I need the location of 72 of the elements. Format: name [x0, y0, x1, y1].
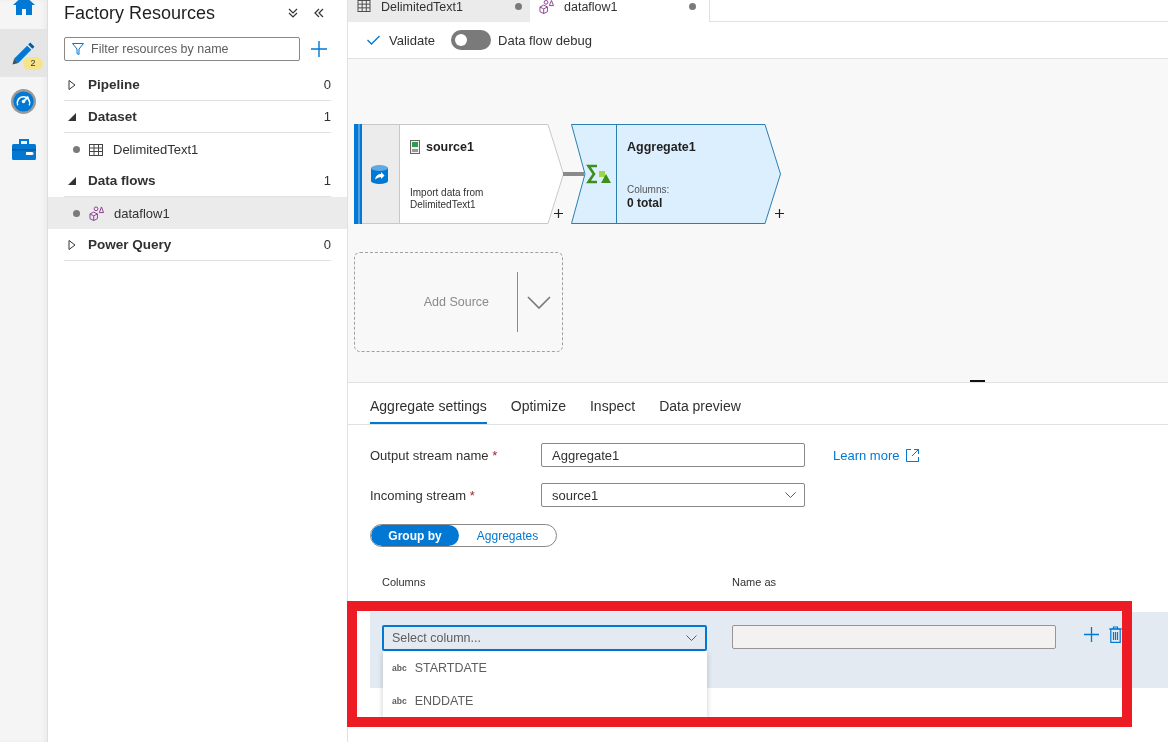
resize-handle[interactable]: [970, 380, 985, 382]
column-header: Name as: [732, 576, 778, 588]
chevron-down-icon: [527, 295, 551, 309]
toggle-switch[interactable]: [451, 30, 491, 50]
tree-item[interactable]: DelimitedText1: [48, 133, 347, 165]
field-label: Incoming stream *: [370, 487, 476, 503]
node-caption: Columns:: [627, 183, 671, 196]
node-summary: 0 total: [627, 196, 664, 211]
node-title: Aggregate1: [627, 139, 696, 155]
file-icon: [410, 140, 420, 154]
pencil-icon: [12, 41, 35, 65]
section-label[interactable]: Data flows: [88, 173, 156, 188]
text-field[interactable]: Aggregate1: [541, 443, 805, 467]
tree-item[interactable]: dataflow1: [48, 197, 347, 229]
count-label: 0: [323, 77, 331, 92]
count-label: 1: [323, 109, 331, 124]
node-title: source1: [426, 139, 474, 155]
dropdown-option[interactable]: abc STARTDATE: [383, 651, 707, 684]
panel-title: Factory Resources: [64, 2, 216, 24]
count-badge: 2: [23, 57, 43, 70]
plus-icon[interactable]: [554, 209, 563, 218]
section-label[interactable]: Dataset: [88, 109, 137, 124]
type-label: abc: [392, 662, 407, 673]
node-description: Import data from DelimitedText1: [410, 187, 485, 211]
toolbox-icon: [10, 137, 37, 161]
validate-button[interactable]: Validate: [367, 26, 435, 54]
aggregate-node[interactable]: Aggregate1 Columns: 0 total: [571, 124, 784, 224]
gauge-icon: [11, 88, 36, 114]
filter-icon: [72, 43, 84, 55]
segment-button[interactable]: Aggregates: [459, 525, 556, 546]
editor-tab[interactable]: DelimitedText1: [348, 0, 530, 22]
caret-down-icon: [785, 492, 796, 498]
trash-icon[interactable]: [1109, 626, 1122, 643]
field-label: Output stream name *: [370, 447, 499, 463]
panel-tab[interactable]: Data preview: [659, 394, 741, 424]
count-label: 1: [323, 173, 331, 188]
filter-field[interactable]: Filter resources by name: [64, 37, 300, 61]
section-label[interactable]: Pipeline: [88, 77, 140, 92]
dropdown-field[interactable]: Select column...: [382, 625, 707, 651]
segment-button[interactable]: Group by: [371, 525, 459, 546]
dropdown-option[interactable]: abc ENDDATE: [383, 684, 707, 717]
panel-tab[interactable]: Inspect: [590, 394, 636, 424]
dataflow-icon: [89, 205, 104, 221]
double-chevron-down-icon[interactable]: [288, 8, 298, 18]
item-label: DelimitedText1: [113, 141, 199, 157]
caret-down-icon[interactable]: [68, 112, 76, 121]
learn-more-link[interactable]: Learn more: [833, 447, 921, 463]
dropdown-field[interactable]: source1: [541, 483, 805, 507]
table-icon: [89, 142, 103, 156]
sigma-icon: [586, 164, 612, 184]
database-icon: [371, 164, 388, 184]
item-label: dataflow1: [114, 205, 170, 221]
toggle-label: Data flow debug: [498, 32, 592, 48]
panel-tab[interactable]: Optimize: [510, 394, 566, 424]
column-header: Columns: [382, 576, 427, 588]
caret-down-icon: [686, 635, 697, 641]
caret-right-icon[interactable]: [68, 239, 76, 250]
section-label[interactable]: Power Query: [88, 237, 172, 252]
plus-icon[interactable]: [775, 209, 784, 218]
count-label: 0: [323, 237, 331, 252]
home-icon: [11, 0, 36, 16]
dataflow-icon: [539, 0, 554, 14]
type-label: abc: [392, 695, 407, 706]
table-icon: [357, 0, 371, 12]
double-chevron-left-icon[interactable]: [314, 8, 324, 18]
caret-down-icon[interactable]: [68, 176, 76, 185]
panel-tab[interactable]: Aggregate settings: [370, 394, 487, 424]
external-link-icon: [905, 447, 921, 463]
check-icon: [367, 35, 380, 45]
editor-tab[interactable]: dataflow1: [530, 0, 710, 22]
nav-button[interactable]: 2: [0, 29, 47, 77]
caret-right-icon[interactable]: [68, 79, 76, 90]
